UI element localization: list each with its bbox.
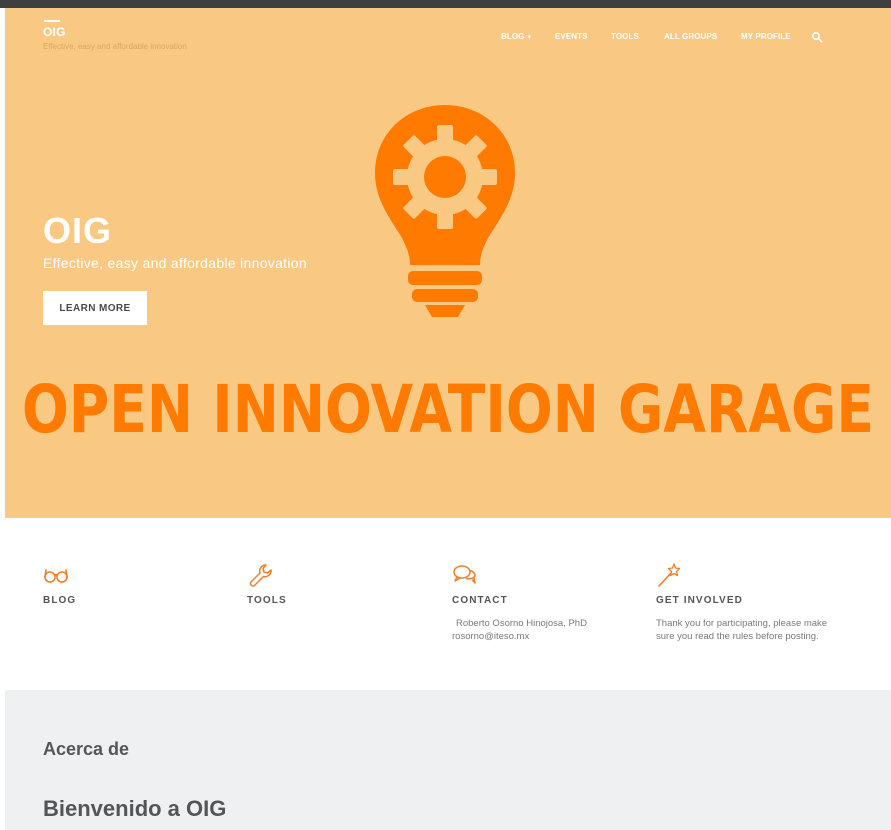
feature-title[interactable]: TOOLS [247, 595, 287, 606]
nav-item-my-profile[interactable]: MY PROFILE [741, 32, 791, 41]
feature-title[interactable]: BLOG [43, 595, 76, 606]
nav-item-all-groups[interactable]: ALL GROUPS [664, 32, 717, 41]
contact-details: Roberto Osorno Hinojosa, PhD rosorno@ite… [452, 617, 587, 643]
welcome-heading: Bienvenido a OIG [43, 796, 227, 821]
about-heading: Acerca de [43, 739, 130, 759]
glasses-icon [44, 569, 68, 583]
contact-name: Roberto Osorno Hinojosa, PhD [456, 618, 587, 629]
nav-item-tools[interactable]: TOOLS [611, 32, 639, 41]
wrench-icon [249, 564, 272, 587]
search-icon[interactable] [811, 31, 823, 43]
hero-subtitle: Effective, easy and affordable innovatio… [43, 255, 307, 271]
chat-bubbles-icon [453, 565, 476, 584]
browser-top-edge [0, 0, 891, 8]
banner-text: OPEN INNOVATION GARAGE [22, 371, 874, 448]
feature-title[interactable]: CONTACT [452, 595, 508, 606]
learn-more-button[interactable]: LEARN MORE [43, 291, 147, 325]
lightbulb-gear-icon [375, 105, 515, 317]
hero-section: OIG Effective, easy and affordable innov… [5, 8, 891, 518]
main-nav: BLOG ▾ EVENTS TOOLS ALL GROUPS MY PROFILE [5, 31, 891, 46]
nav-item-events[interactable]: EVENTS [555, 32, 588, 41]
about-section: Acerca de Bienvenido a OIG [5, 690, 891, 830]
features-row: BLOG TOOLS CONTACT Roberto Osorno Hinojo… [0, 518, 891, 690]
nav-item-blog[interactable]: BLOG ▾ [501, 32, 531, 41]
contact-email[interactable]: rosorno@iteso.mx [452, 630, 587, 643]
logo-underline [44, 20, 60, 22]
nav-item-label: BLOG [501, 32, 525, 41]
chevron-down-icon: ▾ [527, 34, 532, 41]
text-line: Thank you for participating, please make [656, 618, 828, 629]
feature-title[interactable]: GET INVOLVED [656, 595, 743, 606]
magic-wand-icon [658, 563, 681, 587]
hero-title: OIG [43, 210, 113, 251]
get-involved-text: Thank you for participating, please make… [656, 617, 827, 643]
banner-graphic: OPEN INNOVATION GARAGE [22, 371, 874, 448]
text-line: sure you read the rules before posting. [656, 631, 819, 642]
